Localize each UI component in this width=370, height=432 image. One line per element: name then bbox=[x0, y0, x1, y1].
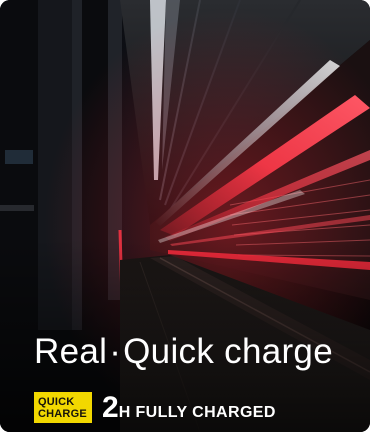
badge-line1: QUICK bbox=[38, 395, 75, 408]
headline-separator: · bbox=[109, 332, 122, 371]
charge-suffix: H FULLY CHARGED bbox=[118, 403, 276, 421]
promo-card: Real·Quick charge QUICK CHARGE 2 H FULLY… bbox=[0, 0, 370, 432]
charge-info: QUICK CHARGE 2 H FULLY CHARGED bbox=[34, 392, 276, 423]
charge-hours: 2 bbox=[102, 390, 119, 424]
headline: Real·Quick charge bbox=[34, 330, 370, 374]
charge-duration: 2 H FULLY CHARGED bbox=[102, 390, 276, 424]
headline-part1: Real bbox=[34, 332, 108, 371]
headline-part2: Quick charge bbox=[123, 332, 333, 371]
badge-line2: CHARGE bbox=[38, 407, 87, 420]
quick-charge-badge: QUICK CHARGE bbox=[34, 392, 92, 423]
caption: Real·Quick charge QUICK CHARGE 2 H FULLY… bbox=[34, 330, 370, 423]
